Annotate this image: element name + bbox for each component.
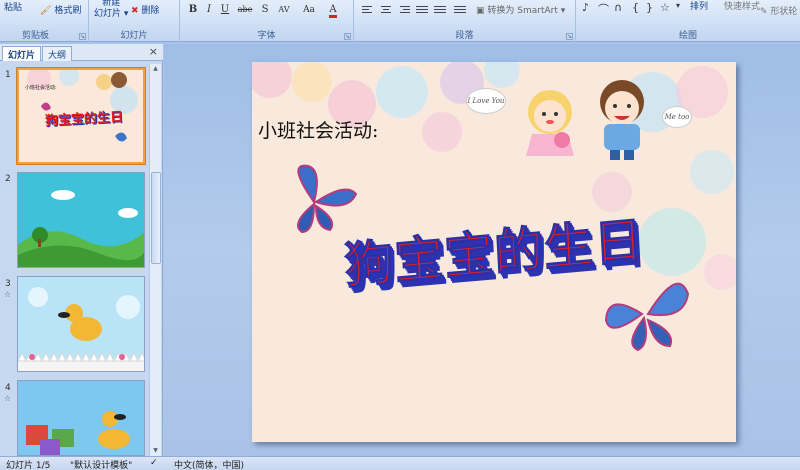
delete-icon: ✖ [131,6,139,16]
paragraph-group: ▣ 转换为 SmartArt ▾ 段落 ↘ [354,0,576,42]
slide-thumbnail-3[interactable] [17,276,145,372]
outline-icon: ✎ [760,7,768,17]
theme-name[interactable]: "默认设计模板" [70,458,132,470]
thumb1-title: 狗宝宝的生日 [44,109,124,130]
thumb-number-3: 3 [5,279,11,289]
language-indicator[interactable]: 中文(简体，中国) [174,458,244,470]
status-bar: 幻灯片 1/5 "默认设计模板" ✓ 中文(简体，中国) [0,456,800,470]
slide-subtitle[interactable]: 小班社会活动: [258,116,378,143]
animation-star-icon: ☆ [4,394,12,403]
ribbon: 粘贴 🖌 格式刷 剪贴板 ↘ 新建 幻灯片 ▾ ✖ 删除 幻灯片 B I U a… [0,0,800,42]
underline-button[interactable]: U [218,3,232,17]
butterfly-right [604,282,690,352]
delete-label: 删除 [141,6,160,16]
line-spacing-button[interactable] [452,3,468,16]
shape-arc-icon[interactable]: ⌒ [598,1,609,17]
font-group-label: 字体 [257,31,276,41]
clipboard-dialog-launcher[interactable]: ↘ [79,33,86,40]
convert-smartart-button[interactable]: ▣ 转换为 SmartArt ▾ [476,3,565,16]
thumb1-subtitle: 小班社会活动: [25,85,57,91]
thumb-number-1: 1 [5,70,11,80]
smartart-icon: ▣ [476,6,485,16]
new-slide-line1: 新建 [102,0,121,8]
thumb4-art [18,381,144,455]
align-right-button[interactable] [396,3,412,16]
slide-editor: I Love You Me too 小班社会活动: 狗宝宝的生日 [164,44,800,456]
speech-bubble-left: I Love You [466,88,506,114]
paragraph-group-label: 段落 [455,31,474,41]
shape-more-icon[interactable]: ▾ [676,1,680,10]
thumb3-art [18,277,144,371]
thumb2-art [18,173,144,267]
shape-star-icon[interactable]: ☆ [660,1,670,14]
smartart-label: 转换为 SmartArt [487,6,558,16]
new-slide-line2: 幻灯片 ▾ [94,9,129,19]
align-left-button[interactable] [360,3,376,16]
shape-brace-left-icon[interactable]: { [632,1,639,14]
scroll-down-icon[interactable]: ▼ [150,446,161,456]
slides-group-label: 幻灯片 [120,31,148,41]
strikethrough-button[interactable]: abe [236,3,254,17]
slide-thumbnail-1[interactable]: 小班社会活动: 狗宝宝的生日 [17,68,145,164]
close-icon[interactable]: × [149,45,158,58]
italic-button[interactable]: I [202,3,216,17]
justify-button[interactable] [414,3,430,16]
font-dialog-launcher[interactable]: ↘ [344,33,351,40]
spellcheck-icon[interactable]: ✓ [150,458,158,468]
speech-bubble-right: Me too [662,106,692,128]
format-painter-label: 格式刷 [54,6,82,16]
shape-lasso-icon[interactable]: ♪ [582,1,589,14]
thumb-number-2: 2 [5,174,11,184]
align-center-button[interactable] [378,3,394,16]
current-slide[interactable]: I Love You Me too 小班社会活动: 狗宝宝的生日 [252,62,736,442]
brush-icon: 🖌 [40,6,52,16]
arrange-button[interactable]: 排列 [690,0,708,12]
slides-group: 新建 幻灯片 ▾ ✖ 删除 幻灯片 [89,0,180,42]
delete-slide-button[interactable]: ✖ 删除 [131,3,159,16]
shape-outline-button[interactable]: ✎ 形状轮 [760,4,797,17]
change-case-button[interactable]: Aa [300,3,318,17]
bold-button[interactable]: B [186,3,200,17]
shape-brace-right-icon[interactable]: } [646,1,653,14]
paragraph-dialog-launcher[interactable]: ↘ [566,33,573,40]
scroll-up-icon[interactable]: ▲ [150,64,161,74]
slide-thumbnail-4[interactable] [17,380,145,456]
tab-slides[interactable]: 幻灯片 [2,46,42,61]
columns-button[interactable] [432,3,448,16]
clipboard-group: 粘贴 🖌 格式刷 剪贴板 ↘ [0,0,89,42]
tab-outline[interactable]: 大纲 [42,46,73,61]
shape-outline-label: 形状轮 [770,7,798,17]
slide-counter: 幻灯片 1/5 [6,461,51,470]
thumb-number-4: 4 [5,383,11,393]
font-color-button[interactable]: A [324,3,342,18]
font-group: B I U abe S AV Aa A 字体 ↘ [180,0,354,42]
paste-button[interactable]: 粘贴 [4,0,22,13]
slides-panel: 幻灯片 大纲 × 1 小班社会活动: 狗宝宝的生日 2 3 ☆ 4 ☆ ▲ ▼ [0,44,163,456]
animation-star-icon: ☆ [4,290,12,299]
format-painter-button[interactable]: 🖌 格式刷 [40,3,81,16]
new-slide-button[interactable]: 新建 幻灯片 ▾ [94,0,128,20]
quick-styles-button[interactable]: 快速样式 [724,0,760,12]
panel-scrollbar[interactable]: ▲ ▼ [149,64,161,456]
font-color-icon: A [329,4,337,18]
butterfly-left [297,164,358,234]
drawing-group: ♪ ⌒ ∩ { } ☆ ▾ 排列 快速样式 ✎ 形状轮 绘图 [576,0,800,42]
shape-curve-icon[interactable]: ∩ [614,1,622,14]
slide-thumbnail-2[interactable] [17,172,145,268]
drawing-group-label: 绘图 [678,31,697,41]
panel-tabs: 幻灯片 大纲 × [0,44,163,61]
scroll-thumb[interactable] [151,172,161,264]
text-shadow-button[interactable]: S [258,3,272,17]
char-spacing-button[interactable]: AV [274,3,294,17]
